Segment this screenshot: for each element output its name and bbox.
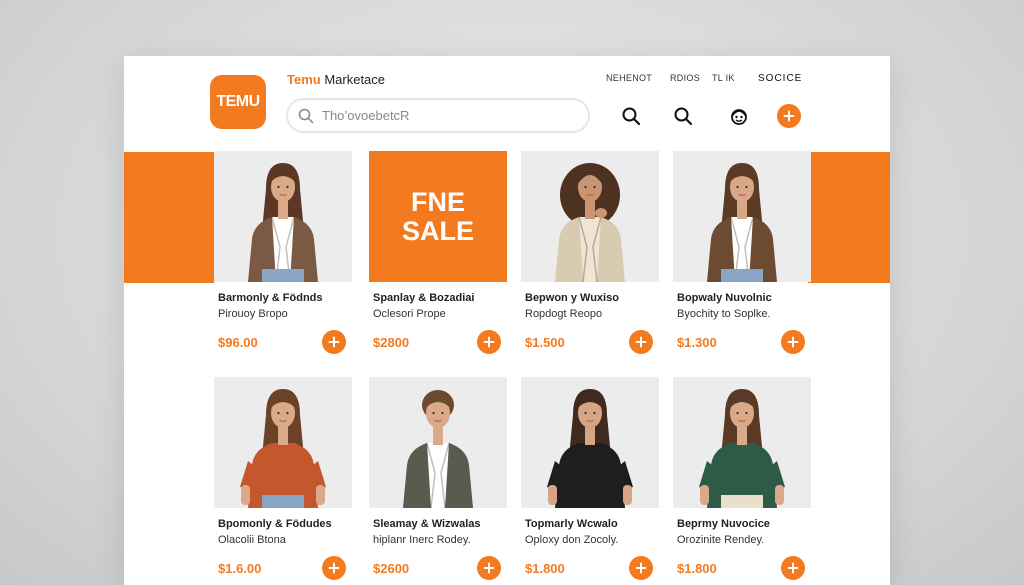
search-icon xyxy=(298,108,314,123)
add-button[interactable] xyxy=(777,104,801,128)
product-subtitle: Orozinite Rendey. xyxy=(677,534,765,546)
promo-line-2: SALE xyxy=(401,215,474,246)
product-subtitle: Pirouoy Bropo xyxy=(218,308,288,320)
promo-banner[interactable]: FNE SALE xyxy=(369,151,507,282)
nav-link-2[interactable]: TL IK xyxy=(712,73,758,84)
logo-text: TEMU xyxy=(216,93,260,110)
product-card[interactable]: Barmonly & Födnds Pirouoy Bropo $96.00 xyxy=(214,151,352,354)
product-image[interactable] xyxy=(214,377,352,508)
support-icon xyxy=(731,109,747,125)
product-image[interactable] xyxy=(673,377,811,508)
product-photo xyxy=(521,377,659,508)
product-card[interactable]: Bopwaly Nuvolnic Byochity to Soplke. $1.30… xyxy=(673,151,811,354)
product-card[interactable]: FNE SALE Spanlay & Bozadiai Oclesori Prope $… xyxy=(369,151,507,354)
product-subtitle: Olacolii Btona xyxy=(218,534,286,546)
product-card[interactable]: Bepwon y Wuxiso Ropdogt Reopo $1.500 xyxy=(521,151,659,354)
product-title[interactable]: Bepwon y Wuxiso xyxy=(525,292,619,304)
product-card[interactable]: Beprmy Nuvocice Orozinite Rendey. $1.800 xyxy=(673,377,811,580)
add-icon xyxy=(783,110,795,122)
product-title[interactable]: Topmarly Wcwalo xyxy=(525,518,618,530)
add-to-cart-button[interactable] xyxy=(781,330,805,354)
product-card[interactable]: Bpomonly & Födudes Olacolii Btona $1.6.00 xyxy=(214,377,352,580)
banner-right xyxy=(808,152,890,283)
product-image[interactable] xyxy=(673,151,811,282)
product-subtitle: Ropdogt Reopo xyxy=(525,308,603,320)
add-to-cart-button[interactable] xyxy=(629,556,653,580)
add-to-cart-button[interactable] xyxy=(322,330,346,354)
product-subtitle: Oclesori Prope xyxy=(373,308,446,320)
nav-link-1[interactable]: RDIOS xyxy=(670,73,712,84)
add-to-cart-button[interactable] xyxy=(322,556,346,580)
search-bar[interactable] xyxy=(286,98,590,133)
product-card[interactable]: Topmarly Wcwalo Oploxy don Zocoly. $1.800 xyxy=(521,377,659,580)
add-icon xyxy=(635,336,647,348)
add-icon xyxy=(483,336,495,348)
product-image[interactable] xyxy=(521,151,659,282)
product-title[interactable]: Bopwaly Nuvolnic xyxy=(677,292,772,304)
brand-suffix: Marketace xyxy=(320,72,386,87)
product-title[interactable]: Bpomonly & Födudes xyxy=(218,518,332,530)
app-window: TEMU Temu Marketace NEHENOT RDIOS TL IK … xyxy=(124,56,890,585)
add-icon xyxy=(787,336,799,348)
product-image[interactable] xyxy=(369,377,507,508)
search-input[interactable] xyxy=(322,108,562,123)
add-to-cart-button[interactable] xyxy=(477,556,501,580)
product-price: $1.6.00 xyxy=(218,561,262,576)
product-photo xyxy=(214,377,352,508)
support-button[interactable] xyxy=(726,103,752,129)
product-card[interactable]: Sleamay & Wizwalas hiplanr Inerc Rodey. $2… xyxy=(369,377,507,580)
add-icon xyxy=(328,562,340,574)
nav-link-3[interactable]: SOCICE xyxy=(758,73,802,84)
product-title[interactable]: Sleamay & Wizwalas xyxy=(373,518,481,530)
product-subtitle: hiplanr Inerc Rodey. xyxy=(373,534,471,546)
product-photo xyxy=(214,151,352,282)
add-icon xyxy=(787,562,799,574)
product-title[interactable]: Spanlay & Bozadiai xyxy=(373,292,474,304)
product-price: $1.300 xyxy=(677,335,717,350)
product-image[interactable] xyxy=(214,151,352,282)
add-icon xyxy=(328,336,340,348)
add-icon xyxy=(635,562,647,574)
product-subtitle: Byochity to Soplke. xyxy=(677,308,771,320)
nav-link-0[interactable]: NEHENOT xyxy=(606,73,670,84)
product-price: $1.800 xyxy=(525,561,565,576)
product-photo xyxy=(673,377,811,508)
temu-logo[interactable]: TEMU xyxy=(210,75,266,129)
brand-prefix: Temu xyxy=(287,72,321,87)
product-subtitle: Oploxy don Zocoly. xyxy=(525,534,619,546)
add-to-cart-button[interactable] xyxy=(477,330,501,354)
banner-left xyxy=(124,152,214,283)
product-image[interactable] xyxy=(521,377,659,508)
product-price: $1.500 xyxy=(525,335,565,350)
product-photo xyxy=(673,151,811,282)
product-title[interactable]: Beprmy Nuvocice xyxy=(677,518,770,530)
add-icon xyxy=(483,562,495,574)
top-nav: NEHENOT RDIOS TL IK SOCICE xyxy=(606,73,802,84)
add-to-cart-button[interactable] xyxy=(781,556,805,580)
product-title[interactable]: Barmonly & Födnds xyxy=(218,292,323,304)
promo-line-1: FNE xyxy=(411,186,465,217)
find-button[interactable] xyxy=(670,103,696,129)
add-to-cart-button[interactable] xyxy=(629,330,653,354)
product-price: $1.800 xyxy=(677,561,717,576)
product-price: $96.00 xyxy=(218,335,258,350)
search-icon xyxy=(622,107,641,126)
product-price: $2600 xyxy=(373,561,410,576)
search-button[interactable] xyxy=(618,103,644,129)
app-title: Temu Marketace xyxy=(287,72,385,87)
product-photo xyxy=(521,151,659,282)
product-price: $2800 xyxy=(373,335,410,350)
product-photo xyxy=(369,377,507,508)
search-icon xyxy=(674,107,693,126)
